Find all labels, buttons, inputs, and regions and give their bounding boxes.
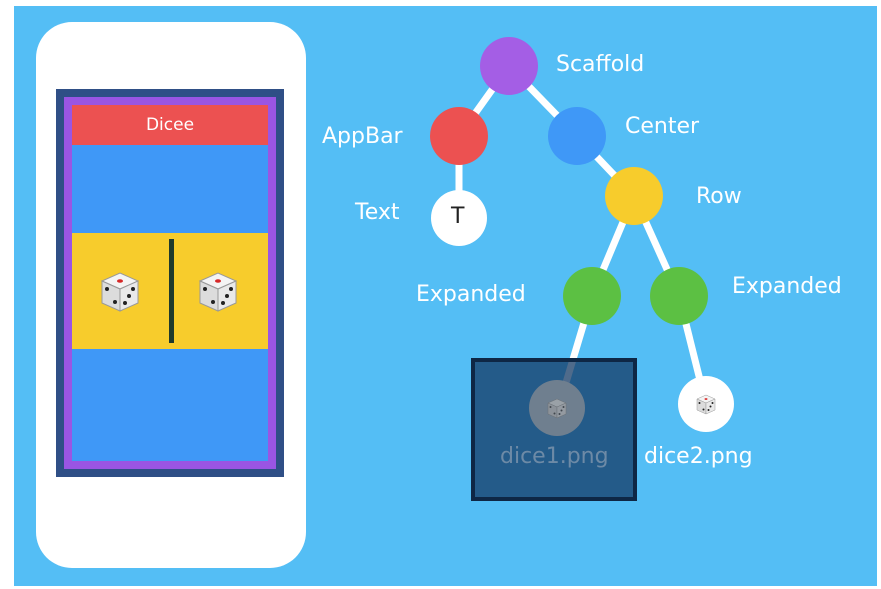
text-node-glyph: T [451, 204, 465, 229]
scaffold-label: Scaffold [556, 52, 645, 77]
center-label: Center [625, 114, 700, 139]
diagram-canvas: Dicee Scaffold AppBar Center Text T Row … [14, 6, 877, 586]
image-left-label: dice1.png [500, 444, 609, 469]
dice-icon [547, 398, 567, 419]
appbar-label: AppBar [322, 124, 403, 149]
expanded-left-label: Expanded [416, 282, 526, 307]
text-label: Text [355, 200, 400, 225]
expanded-right-label: Expanded [732, 274, 842, 299]
image-right-label: dice2.png [644, 444, 753, 469]
row-label: Row [696, 184, 742, 209]
